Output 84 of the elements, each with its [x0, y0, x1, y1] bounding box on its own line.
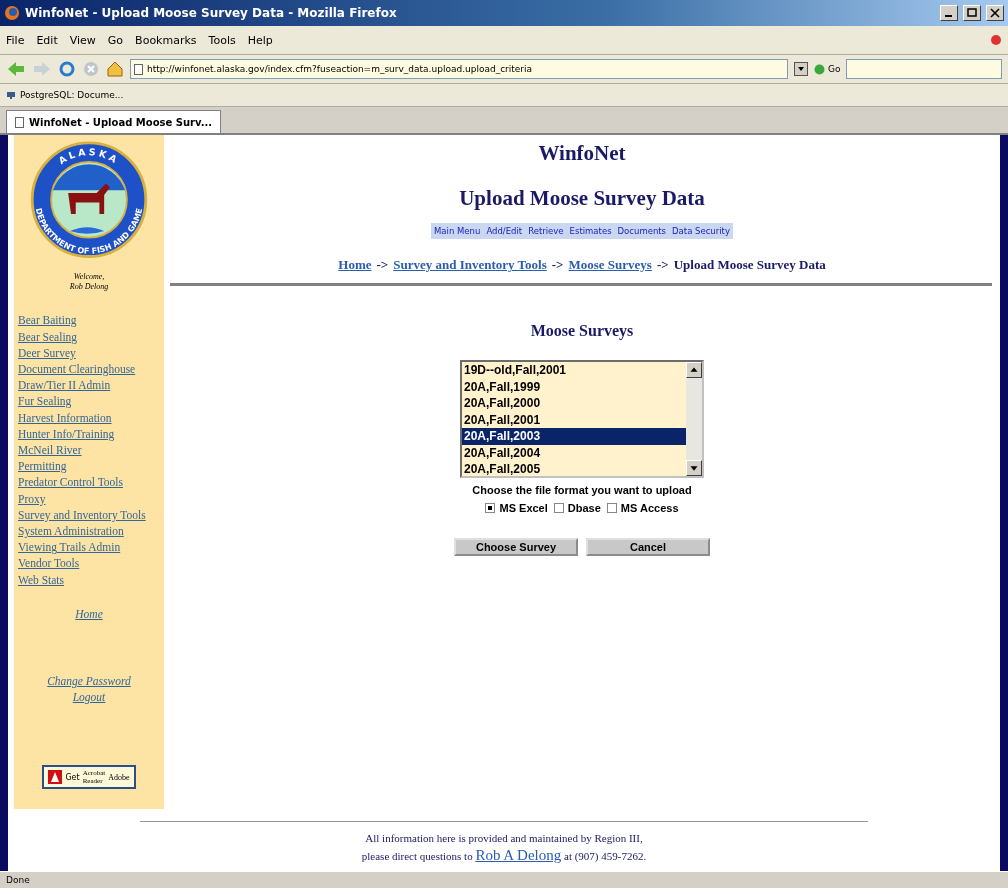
close-icon[interactable]	[986, 5, 1004, 21]
format-radio[interactable]: MS Excel	[485, 502, 548, 514]
adobe-logo-icon	[48, 770, 63, 784]
home-link[interactable]: Home	[75, 605, 103, 622]
home-icon[interactable]	[106, 60, 124, 78]
survey-option[interactable]: 20A,Fall,2000	[462, 395, 686, 412]
format-radio[interactable]: Dbase	[553, 502, 601, 514]
survey-option[interactable]: 20A,Fall,2005	[462, 461, 686, 476]
radio-icon[interactable]	[485, 503, 496, 513]
sidebar-link[interactable]: Deer Survey	[18, 344, 164, 362]
sidebar-link[interactable]: Proxy	[18, 490, 164, 507]
page-icon	[134, 63, 143, 75]
menu-item[interactable]: Tools	[208, 33, 236, 47]
stop-icon	[990, 34, 1002, 46]
survey-option[interactable]: 19D--old,Fall,2001	[462, 362, 686, 379]
nav-link[interactable]: Main Menu	[434, 226, 481, 236]
breadcrumb-link[interactable]: Survey and Inventory Tools	[393, 257, 547, 273]
survey-option[interactable]: 20A,Fall,2003	[462, 428, 686, 445]
window-title: WinfoNet - Upload Moose Survey Data - Mozilla Firefox	[25, 6, 398, 20]
menu-item[interactable]: Bookmarks	[135, 33, 197, 47]
menu-item[interactable]: File	[6, 33, 25, 47]
bookmark-item[interactable]: PostgreSQL: Docume...	[6, 90, 124, 100]
browser-tab[interactable]: WinfoNet - Upload Moose Surv...	[6, 110, 222, 133]
sidebar-link[interactable]: Web Stats	[18, 571, 164, 588]
breadcrumb-separator: ->	[656, 257, 669, 273]
menu-item[interactable]: Edit	[36, 33, 58, 47]
menu-item[interactable]: Help	[247, 33, 273, 47]
form-button[interactable]: Choose Survey	[454, 538, 578, 556]
sidebar-link[interactable]: Draw/Tier II Admin	[18, 377, 164, 394]
reload-icon[interactable]	[58, 60, 76, 78]
breadcrumb-link[interactable]: Moose Surveys	[568, 257, 652, 273]
sidebar-link[interactable]: Hunter Info/Training	[18, 425, 164, 443]
breadcrumb-link[interactable]: Home	[338, 257, 372, 273]
survey-option[interactable]: 20A,Fall,2004	[462, 444, 686, 461]
breadcrumb-current: Upload Moose Survey Data	[673, 257, 826, 273]
account-link[interactable]: Change Password	[47, 673, 131, 689]
sidebar-link[interactable]: Viewing Trails Admin	[18, 539, 164, 556]
sidebar-link[interactable]: Survey and Inventory Tools	[18, 506, 164, 524]
nav-link[interactable]: Estimates	[569, 226, 612, 236]
browser-logo-icon	[4, 5, 20, 21]
scroll-up-icon[interactable]	[686, 362, 702, 378]
survey-option[interactable]: 20A,Fall,1999	[462, 378, 686, 395]
sidebar-link[interactable]: McNeil River	[18, 442, 164, 459]
account-link[interactable]: Logout	[72, 689, 106, 705]
maximize-icon[interactable]	[963, 5, 981, 21]
contact-link[interactable]: Rob A Delong	[475, 847, 562, 863]
survey-option[interactable]: 20A,Fall,2001	[462, 411, 686, 428]
sidebar-link[interactable]: Predator Control Tools	[18, 474, 164, 491]
nav-link[interactable]: Add/Edit	[486, 226, 523, 236]
sidebar-link[interactable]: Bear Sealing	[18, 328, 164, 345]
breadcrumb-separator: ->	[376, 257, 389, 273]
breadcrumb-separator: ->	[551, 257, 564, 273]
search-field[interactable]	[846, 59, 1002, 79]
welcome-message: Welcome, Rob Delong	[68, 272, 110, 293]
minimize-icon[interactable]	[940, 5, 958, 21]
section-title: Moose Surveys	[530, 322, 634, 340]
sidebar-link[interactable]: System Administration	[18, 523, 164, 540]
footer-text: All information here is provided and maintained by Region III,	[365, 831, 643, 846]
address-field[interactable]: http://winfonet.alaska.gov/index.cfm?fuseaction=m_surv_data.upload.upload_criteria	[130, 59, 788, 79]
nav-link[interactable]: Documents	[617, 226, 667, 236]
nav-link[interactable]: Retrieve	[528, 226, 564, 236]
form-button[interactable]: Cancel	[586, 538, 710, 556]
page-icon	[15, 116, 24, 128]
sidebar-link[interactable]: Permitting	[18, 458, 164, 475]
dropdown-icon[interactable]	[794, 62, 808, 76]
nav-link[interactable]: Data Security	[672, 226, 730, 236]
scroll-down-icon[interactable]	[686, 460, 702, 476]
footer-contact-text: please direct questions to Rob A Delong at (907) 459-7262.	[361, 847, 647, 865]
format-radio[interactable]: MS Access	[606, 502, 679, 514]
sidebar-link[interactable]: Bear Baiting	[18, 312, 164, 329]
radio-icon[interactable]	[606, 503, 617, 513]
sidebar-link[interactable]: Document Clearinghouse	[18, 361, 164, 378]
radio-icon[interactable]	[553, 503, 564, 513]
go-button[interactable]: Go	[814, 63, 841, 75]
page-title: Upload Moose Survey Data	[459, 186, 705, 211]
format-prompt: Choose the file format you want to upload	[472, 484, 692, 496]
survey-listbox[interactable]: 19D--old,Fall,2001 20A,Fall,1999 20A,Fall,2000 20A,Fall,2001 20A,Fall,2003 20A,Fall,2004 20A,Fall,2005	[460, 360, 704, 478]
sidebar-link[interactable]: Vendor Tools	[18, 555, 164, 572]
url-text: http://winfonet.alaska.gov/index.cfm?fuseaction=m_surv_data.upload.upload_criteria	[147, 64, 533, 74]
menu-item[interactable]: View	[69, 33, 96, 47]
menu-item[interactable]: Go	[107, 33, 124, 47]
sidebar-link[interactable]: Fur Sealing	[18, 393, 164, 410]
sidebar-link[interactable]: Harvest Information	[18, 409, 164, 426]
site-title: WinfoNet	[538, 141, 626, 166]
